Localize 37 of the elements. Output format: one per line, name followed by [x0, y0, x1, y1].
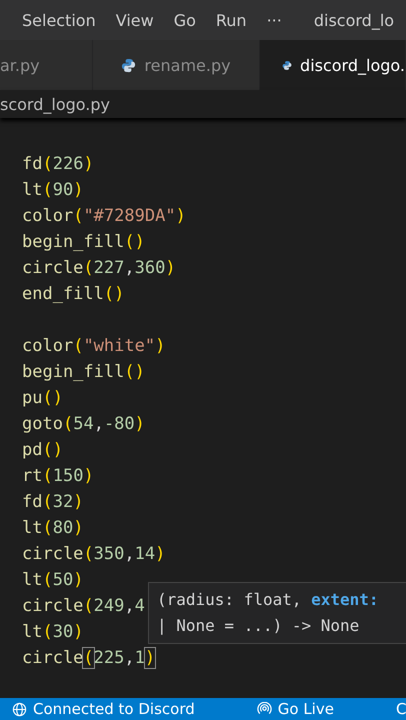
- code-line: color("#7289DA"): [22, 206, 186, 226]
- code-line: pu(): [22, 388, 63, 408]
- status-item[interactable]: Go Live: [256, 700, 334, 718]
- code-line: begin_fill(): [22, 362, 145, 382]
- code-line: lt(80): [22, 518, 84, 538]
- code-line: fd(32): [22, 492, 84, 512]
- code-line: lt(50): [22, 570, 84, 590]
- status-item[interactable]: C: [396, 700, 406, 718]
- code-line: end_fill(): [22, 284, 124, 304]
- code-line: begin_fill(): [22, 232, 145, 252]
- editor-tab[interactable]: discord_logo.: [260, 40, 406, 90]
- code-line: circle(225,1): [22, 648, 156, 668]
- code-line: goto(54,-80): [22, 414, 145, 434]
- code-line: circle(350,14): [22, 544, 166, 564]
- code-line: lt(90): [22, 180, 84, 200]
- code-line: lt(30): [22, 622, 84, 642]
- window-title: discord_lo: [314, 10, 394, 30]
- python-icon: [121, 58, 136, 72]
- code-line: color("white"): [22, 336, 166, 356]
- code-line: pd(): [22, 440, 63, 460]
- menu-item[interactable]: Go: [174, 10, 196, 30]
- editor-tab[interactable]: ar.py: [0, 40, 93, 90]
- signature-text: | None = ...) -> None: [157, 615, 360, 637]
- breadcrumb[interactable]: scord_logo.py: [0, 94, 110, 114]
- code-line: circle(249,4: [22, 596, 145, 616]
- code-line: rt(150): [22, 466, 94, 486]
- globe-icon: [12, 702, 27, 716]
- code-line: circle(227,360): [22, 258, 176, 278]
- signature-text: (radius: float, extent:: [157, 589, 380, 611]
- menu-item[interactable]: View: [116, 10, 154, 30]
- menu-item[interactable]: Run: [216, 10, 247, 30]
- status-item[interactable]: Connected to Discord: [12, 700, 195, 718]
- broadcast-icon: [256, 702, 272, 716]
- menu-item[interactable]: ···: [266, 10, 282, 30]
- code-line: fd(226): [22, 154, 94, 174]
- editor-tab[interactable]: rename.py: [93, 40, 260, 90]
- menu-item[interactable]: Selection: [22, 10, 96, 30]
